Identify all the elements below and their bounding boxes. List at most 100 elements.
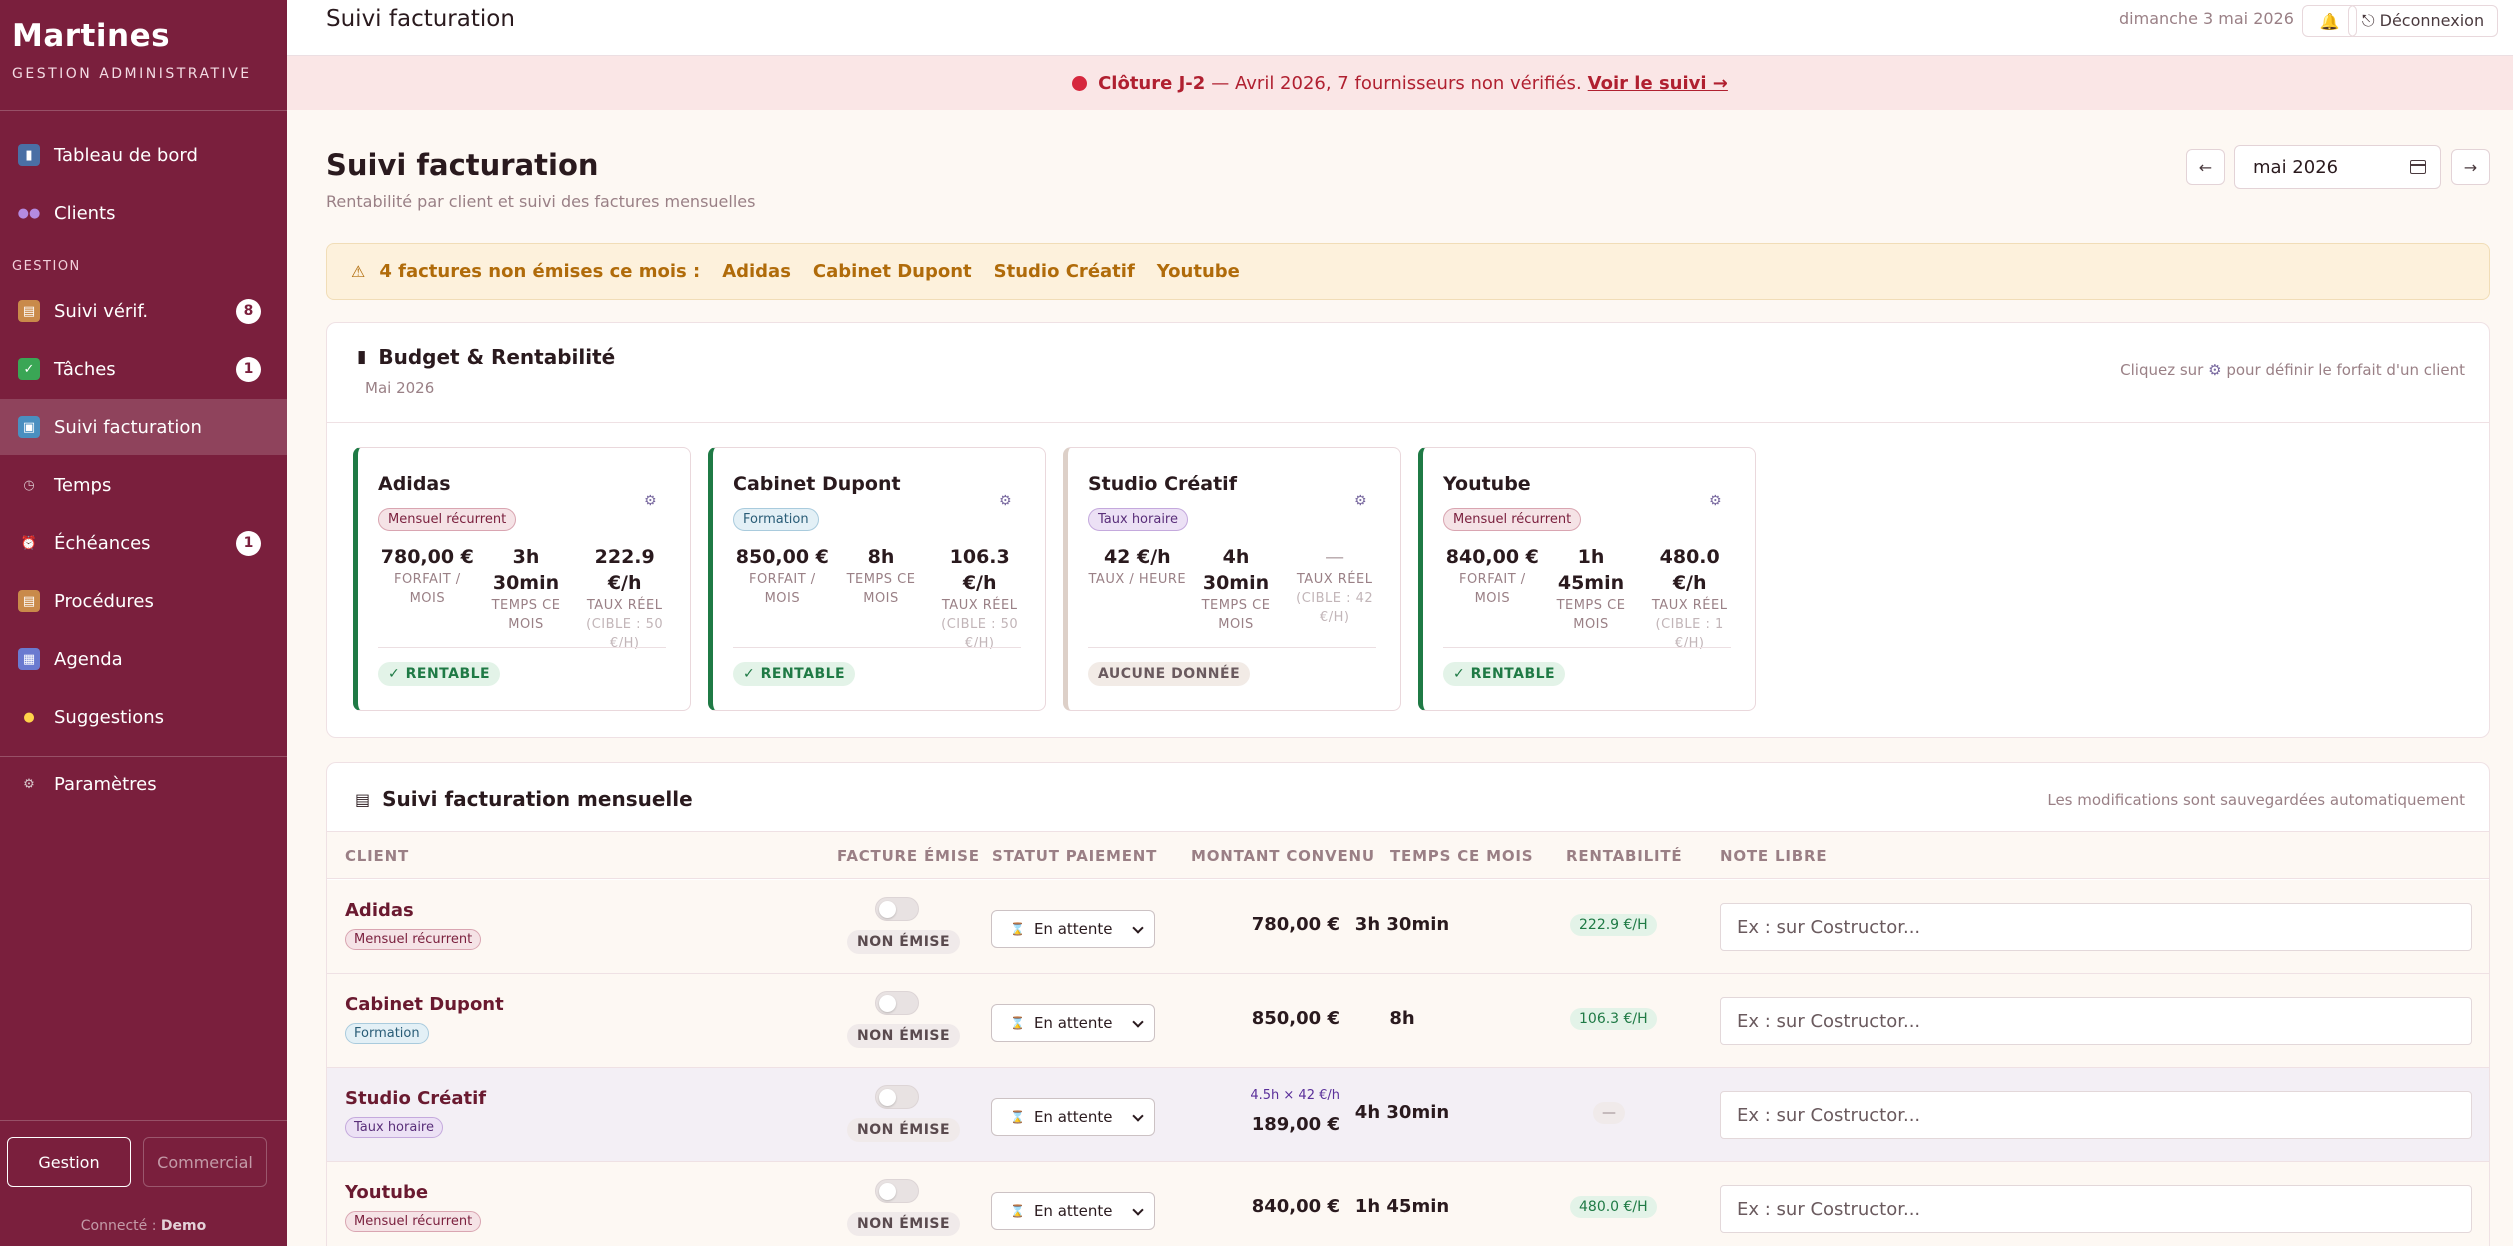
client-stats: 42 €/h TAUX / HEURE 4h 30min TEMPS CE MOIS… (1088, 544, 1384, 634)
amount-calculation: 4.5h × 42 €/h (1250, 1088, 1340, 1103)
hourglass-icon: ⌛ (1010, 1110, 1025, 1124)
sidebar-item-taches[interactable]: ✓ Tâches 1 (0, 341, 287, 397)
closing-alert-link[interactable]: Voir le suivi → (1588, 73, 1728, 94)
table-title: ▤ Suivi facturation mensuelle (355, 787, 693, 811)
gear-icon[interactable]: ⚙ (999, 493, 1012, 509)
free-note-input[interactable]: Ex : sur Costructor... (1720, 1185, 2472, 1233)
topbar: Suivi facturation dimanche 3 mai 2026 🔔 … (287, 0, 2513, 56)
stat-label: TEMPS CE MOIS (846, 572, 916, 606)
invoice-status-badge: NON ÉMISE (847, 930, 961, 954)
hint-after: pour définir le forfait d'un client (2226, 361, 2465, 379)
gear-icon[interactable]: ⚙ (1709, 493, 1722, 509)
page-subtitle: Rentabilité par client et suivi des fact… (326, 192, 756, 211)
page-title: Suivi facturation (326, 148, 599, 182)
stat-label: FORFAIT / MOIS (393, 572, 461, 606)
sidebar-item-suivi-facturation[interactable]: ▣ Suivi facturation (0, 399, 287, 455)
sidebar-item-suggestions[interactable]: ● Suggestions (0, 689, 287, 745)
sidebar-item-label: Tâches (54, 358, 116, 380)
table-row: Adidas Mensuel récurrent NON ÉMISE ⌛ En … (327, 880, 2489, 974)
invoice-issued-toggle[interactable] (875, 991, 919, 1015)
prev-month-button[interactable]: ← (2186, 149, 2225, 185)
invoice-status-badge: NON ÉMISE (847, 1024, 961, 1048)
free-note-input[interactable]: Ex : sur Costructor... (1720, 997, 2472, 1045)
free-note-input[interactable]: Ex : sur Costructor... (1720, 1091, 2472, 1139)
sidebar-item-label: Procédures (54, 590, 154, 612)
invoice-issued-toggle[interactable] (875, 897, 919, 921)
mode-commercial-button[interactable]: Commercial (143, 1137, 267, 1187)
billing-type-tag: Taux horaire (1088, 508, 1188, 531)
client-name[interactable]: Studio Créatif (345, 1088, 486, 1109)
budget-header: ▮ Budget & Rentabilité Mai 2026 Cliquez … (327, 323, 2489, 423)
table-row: Studio Créatif Taux horaire NON ÉMISE ⌛ … (327, 1068, 2489, 1162)
clipboard-icon: ▤ (355, 789, 371, 809)
sidebar-item-label: Tableau de bord (54, 144, 198, 166)
invoice-issued-toggle[interactable] (875, 1085, 919, 1109)
stat-value: 42 €/h (1103, 546, 1171, 568)
payment-status-select[interactable]: ⌛ En attente (991, 1098, 1155, 1136)
sidebar-item-agenda[interactable]: ▦ Agenda (0, 631, 287, 687)
stat-target: (CIBLE : 1 €/H) (1655, 617, 1724, 651)
divider (733, 647, 1021, 648)
divider (0, 1120, 287, 1121)
client-name[interactable]: Adidas (345, 900, 414, 921)
invoice-status-badge: NON ÉMISE (847, 1212, 961, 1236)
sidebar-item-temps[interactable]: ◷ Temps (0, 457, 287, 513)
stat-label: FORFAIT / MOIS (1458, 572, 1526, 606)
warning-client[interactable]: Studio Créatif (994, 261, 1135, 282)
sidebar-item-suivi-verif[interactable]: ▤ Suivi vérif. 8 (0, 283, 287, 339)
closing-alert-strong: Clôture J-2 (1098, 72, 1206, 94)
gear-icon[interactable]: ⚙ (644, 493, 657, 509)
payment-status-select[interactable]: ⌛ En attente (991, 1004, 1155, 1042)
brand-name: Martines (12, 18, 171, 54)
stat-value: 840,00 € (1445, 546, 1539, 568)
sidebar-item-parametres[interactable]: ⚙ Paramètres (0, 756, 287, 812)
stat-value: 8h (867, 546, 895, 568)
column-header: RENTABILITÉ (1566, 847, 1683, 865)
agreed-amount: 840,00 € (1251, 1196, 1340, 1217)
time-this-month: 3h 30min (1354, 914, 1450, 935)
sidebar-item-echeances[interactable]: ⏰ Échéances 1 (0, 515, 287, 571)
warning-client[interactable]: Adidas (722, 261, 791, 282)
sidebar-item-procedures[interactable]: ▤ Procédures (0, 573, 287, 629)
divider (378, 647, 666, 648)
sidebar-item-label: Suivi facturation (54, 416, 202, 438)
calendar-icon: ▦ (18, 648, 40, 670)
time-this-month: 4h 30min (1354, 1102, 1450, 1123)
chevron-down-icon (1132, 922, 1144, 934)
stat-label: FORFAIT / MOIS (748, 572, 816, 606)
payment-status-value: En attente (1033, 1202, 1113, 1220)
invoice-issued-toggle[interactable] (875, 1179, 919, 1203)
gear-icon[interactable]: ⚙ (1354, 493, 1367, 509)
sidebar-item-label: Suivi vérif. (54, 300, 149, 322)
warning-client[interactable]: Cabinet Dupont (813, 261, 972, 282)
red-dot-icon (1072, 75, 1088, 91)
stat-label: TAUX RÉEL (1296, 572, 1373, 587)
stat-label: TAUX RÉEL (1651, 598, 1728, 613)
client-name: Cabinet Dupont (733, 473, 901, 495)
client-name[interactable]: Youtube (345, 1182, 428, 1203)
clock-icon: ◷ (23, 477, 35, 493)
payment-status-select[interactable]: ⌛ En attente (991, 910, 1155, 948)
stat-value: 3h 30min (492, 546, 560, 594)
client-name[interactable]: Cabinet Dupont (345, 994, 504, 1015)
client-budget-card: Adidas ⚙ Mensuel récurrent 780,00 € FORFA… (353, 447, 691, 711)
mode-gestion-button[interactable]: Gestion (7, 1137, 131, 1187)
client-stats: 780,00 € FORFAIT / MOIS 3h 30min TEMPS CE … (378, 544, 674, 653)
connected-username: Demo (160, 1218, 207, 1234)
month-picker[interactable]: mai 2026 (2234, 145, 2441, 189)
payment-status-select[interactable]: ⌛ En attente (991, 1192, 1155, 1230)
client-name: Studio Créatif (1088, 473, 1237, 495)
sidebar-item-clients[interactable]: ●● Clients (0, 185, 287, 241)
billing-icon: ▣ (18, 416, 40, 438)
topbar-title: Suivi facturation (326, 6, 515, 32)
billing-type-tag: Taux horaire (345, 1117, 443, 1138)
logout-button[interactable]: ⎋ Déconnexion (2348, 5, 2498, 37)
sidebar-item-tableau-de-bord[interactable]: ▮ Tableau de bord (0, 127, 287, 183)
next-month-button[interactable]: → (2451, 149, 2490, 185)
free-note-input[interactable]: Ex : sur Costructor... (1720, 903, 2472, 951)
table-title-text: Suivi facturation mensuelle (382, 787, 693, 811)
stat-value: 850,00 € (735, 546, 829, 568)
client-stats: 840,00 € FORFAIT / MOIS 1h 45min TEMPS CE … (1443, 544, 1739, 653)
warning-client[interactable]: Youtube (1157, 261, 1240, 282)
divider (1088, 647, 1376, 648)
